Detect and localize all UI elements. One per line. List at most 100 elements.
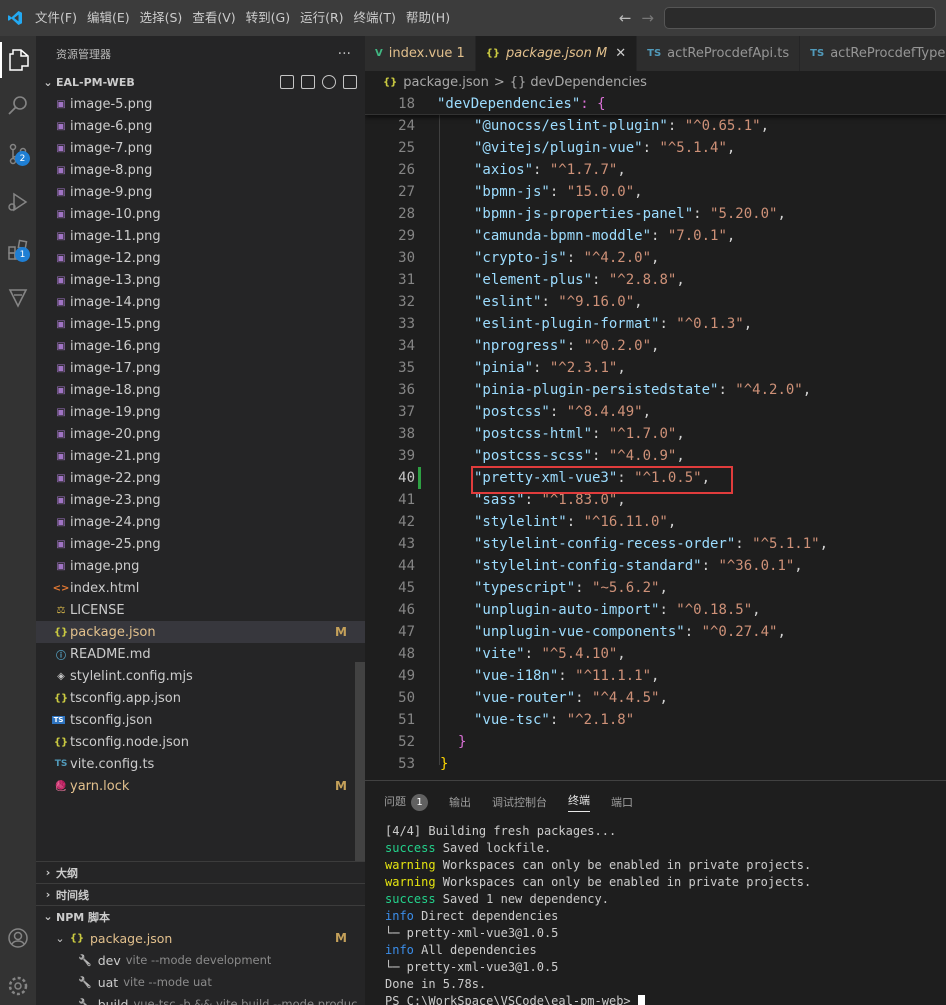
menu-item[interactable]: 转到(G) xyxy=(241,0,295,36)
file-item[interactable]: ▣ image-24.png xyxy=(36,511,365,533)
settings-gear-icon[interactable] xyxy=(0,968,36,1004)
remote-explorer-icon[interactable] xyxy=(0,280,36,316)
source-control-icon[interactable]: 2 xyxy=(0,136,36,172)
back-arrow-icon[interactable]: ← xyxy=(619,9,632,27)
command-center-search[interactable] xyxy=(664,7,936,29)
code-line[interactable]: 37 "postcss": "^8.4.49", xyxy=(365,401,946,423)
npm-script-item[interactable]: 🔧 uat vite --mode uat xyxy=(36,971,365,993)
code-line[interactable]: 46 "unplugin-auto-import": "^0.18.5", xyxy=(365,599,946,621)
code-line[interactable]: 24 "@unocss/eslint-plugin": "^0.65.1", xyxy=(365,115,946,137)
code-line[interactable]: 36 "pinia-plugin-persistedstate": "^4.2.0… xyxy=(365,379,946,401)
file-item[interactable]: ▣ image-20.png xyxy=(36,423,365,445)
file-item[interactable]: ▣ image.png xyxy=(36,555,365,577)
file-item[interactable]: ▣ image-17.png xyxy=(36,357,365,379)
file-item[interactable]: ▣ image-18.png xyxy=(36,379,365,401)
outline-section[interactable]: › 大纲 xyxy=(36,861,365,883)
file-item[interactable]: ▣ image-16.png xyxy=(36,335,365,357)
file-item[interactable]: ▣ image-13.png xyxy=(36,269,365,291)
refresh-icon[interactable] xyxy=(322,75,336,89)
collapse-all-icon[interactable] xyxy=(343,75,357,89)
code-line[interactable]: 25 "@vitejs/plugin-vue": "^5.1.4", xyxy=(365,137,946,159)
code-line[interactable]: 44 "stylelint-config-standard": "^36.0.1"… xyxy=(365,555,946,577)
extensions-icon[interactable]: 1 xyxy=(0,232,36,268)
code-line[interactable]: 34 "nprogress": "^0.2.0", xyxy=(365,335,946,357)
menu-item[interactable]: 运行(R) xyxy=(295,0,348,36)
code-line[interactable]: 52 } xyxy=(365,731,946,753)
editor-tab[interactable]: TS actReProcdefApi.ts xyxy=(637,36,801,71)
panel-tab[interactable]: 端口 xyxy=(611,794,633,810)
file-item[interactable]: ▣ image-19.png xyxy=(36,401,365,423)
file-item[interactable]: ⚖ LICENSE xyxy=(36,599,365,621)
breadcrumb-node[interactable]: {} devDependencies xyxy=(510,75,647,90)
search-icon[interactable] xyxy=(0,88,36,124)
code-line[interactable]: 26 "axios": "^1.7.7", xyxy=(365,159,946,181)
code-line[interactable]: 33 "eslint-plugin-format": "^0.1.3", xyxy=(365,313,946,335)
file-item[interactable]: ▣ image-12.png xyxy=(36,247,365,269)
file-item[interactable]: 🧶 yarn.lock M xyxy=(36,775,365,797)
npm-script-item[interactable]: 🔧 build vue-tsc -b && vite build --mode pr… xyxy=(36,993,365,1005)
menu-item[interactable]: 终端(T) xyxy=(349,0,401,36)
npm-package-row[interactable]: ⌄ {} package.json M xyxy=(36,927,365,949)
project-header[interactable]: ⌄ EAL-PM-WEB xyxy=(36,71,365,93)
file-item[interactable]: {} tsconfig.app.json xyxy=(36,687,365,709)
forward-arrow-icon[interactable]: → xyxy=(641,9,654,27)
menu-item[interactable]: 选择(S) xyxy=(135,0,188,36)
code-editor[interactable]: 18 "devDependencies": { 24 "@unocss/eslin… xyxy=(365,93,946,780)
file-item[interactable]: ▣ image-21.png xyxy=(36,445,365,467)
sidebar-scrollbar[interactable] xyxy=(355,662,365,862)
code-line[interactable]: 49 "vue-i18n": "^11.1.1", xyxy=(365,665,946,687)
npm-script-item[interactable]: 🔧 dev vite --mode development xyxy=(36,949,365,971)
file-item[interactable]: TS tsconfig.json xyxy=(36,709,365,731)
sticky-scroll-line[interactable]: 18 "devDependencies": { xyxy=(365,93,946,115)
code-line[interactable]: 39 "postcss-scss": "^4.0.9", xyxy=(365,445,946,467)
npm-scripts-section[interactable]: ⌄ NPM 脚本 xyxy=(36,905,365,927)
code-line[interactable]: 45 "typescript": "~5.6.2", xyxy=(365,577,946,599)
code-line[interactable]: 50 "vue-router": "^4.4.5", xyxy=(365,687,946,709)
editor-tab[interactable]: Vindex.vue 1 xyxy=(365,36,476,71)
file-item[interactable]: TS vite.config.ts xyxy=(36,753,365,775)
code-line[interactable]: 29 "camunda-bpmn-moddle": "7.0.1", xyxy=(365,225,946,247)
code-line[interactable]: 35 "pinia": "^2.3.1", xyxy=(365,357,946,379)
file-item[interactable]: ▣ image-15.png xyxy=(36,313,365,335)
file-item[interactable]: ▣ image-6.png xyxy=(36,115,365,137)
run-debug-icon[interactable] xyxy=(0,184,36,220)
panel-tab[interactable]: 输出 xyxy=(449,794,471,810)
file-item[interactable]: ▣ image-9.png xyxy=(36,181,365,203)
explorer-icon[interactable] xyxy=(0,42,36,78)
file-item[interactable]: ◈ stylelint.config.mjs xyxy=(36,665,365,687)
close-icon[interactable]: ✕ xyxy=(615,46,626,61)
code-line[interactable]: 28 "bpmn-js-properties-panel": "5.20.0", xyxy=(365,203,946,225)
file-item[interactable]: ▣ image-22.png xyxy=(36,467,365,489)
file-item[interactable]: ▣ image-8.png xyxy=(36,159,365,181)
file-item[interactable]: ▣ image-14.png xyxy=(36,291,365,313)
editor-tab[interactable]: {} package.json M ✕ xyxy=(475,36,638,71)
code-line[interactable]: 30 "crypto-js": "^4.2.0", xyxy=(365,247,946,269)
panel-tab[interactable]: 终端 xyxy=(568,792,590,812)
terminal-output[interactable]: [4/4] Building fresh packages... success … xyxy=(365,823,946,1005)
file-item[interactable]: ⓘ README.md xyxy=(36,643,365,665)
breadcrumb-file[interactable]: package.json xyxy=(403,75,489,90)
more-actions-icon[interactable]: ··· xyxy=(338,46,351,62)
code-line[interactable]: 38 "postcss-html": "^1.7.0", xyxy=(365,423,946,445)
panel-tab[interactable]: 调试控制台 xyxy=(492,794,547,810)
code-line[interactable]: 47 "unplugin-vue-components": "^0.27.4", xyxy=(365,621,946,643)
file-item[interactable]: ▣ image-25.png xyxy=(36,533,365,555)
panel-tab[interactable]: 问题 1 xyxy=(384,793,428,811)
editor-tab[interactable]: TS actReProcdefType.ts xyxy=(800,36,946,71)
file-item[interactable]: ▣ image-11.png xyxy=(36,225,365,247)
code-line[interactable]: 31 "element-plus": "^2.8.8", xyxy=(365,269,946,291)
file-item[interactable]: <> index.html xyxy=(36,577,365,599)
file-item[interactable]: {} tsconfig.node.json xyxy=(36,731,365,753)
code-line[interactable]: 27 "bpmn-js": "15.0.0", xyxy=(365,181,946,203)
menu-item[interactable]: 编辑(E) xyxy=(82,0,135,36)
file-item[interactable]: ▣ image-10.png xyxy=(36,203,365,225)
account-icon[interactable] xyxy=(0,920,36,956)
file-item[interactable]: {} package.json M xyxy=(36,621,365,643)
menu-item[interactable]: 帮助(H) xyxy=(401,0,455,36)
file-item[interactable]: ▣ image-5.png xyxy=(36,93,365,115)
new-file-icon[interactable] xyxy=(280,75,294,89)
code-line[interactable]: 48 "vite": "^5.4.10", xyxy=(365,643,946,665)
code-line[interactable]: 53 } xyxy=(365,753,946,775)
file-item[interactable]: ▣ image-23.png xyxy=(36,489,365,511)
code-line[interactable]: 43 "stylelint-config-recess-order": "^5.1… xyxy=(365,533,946,555)
